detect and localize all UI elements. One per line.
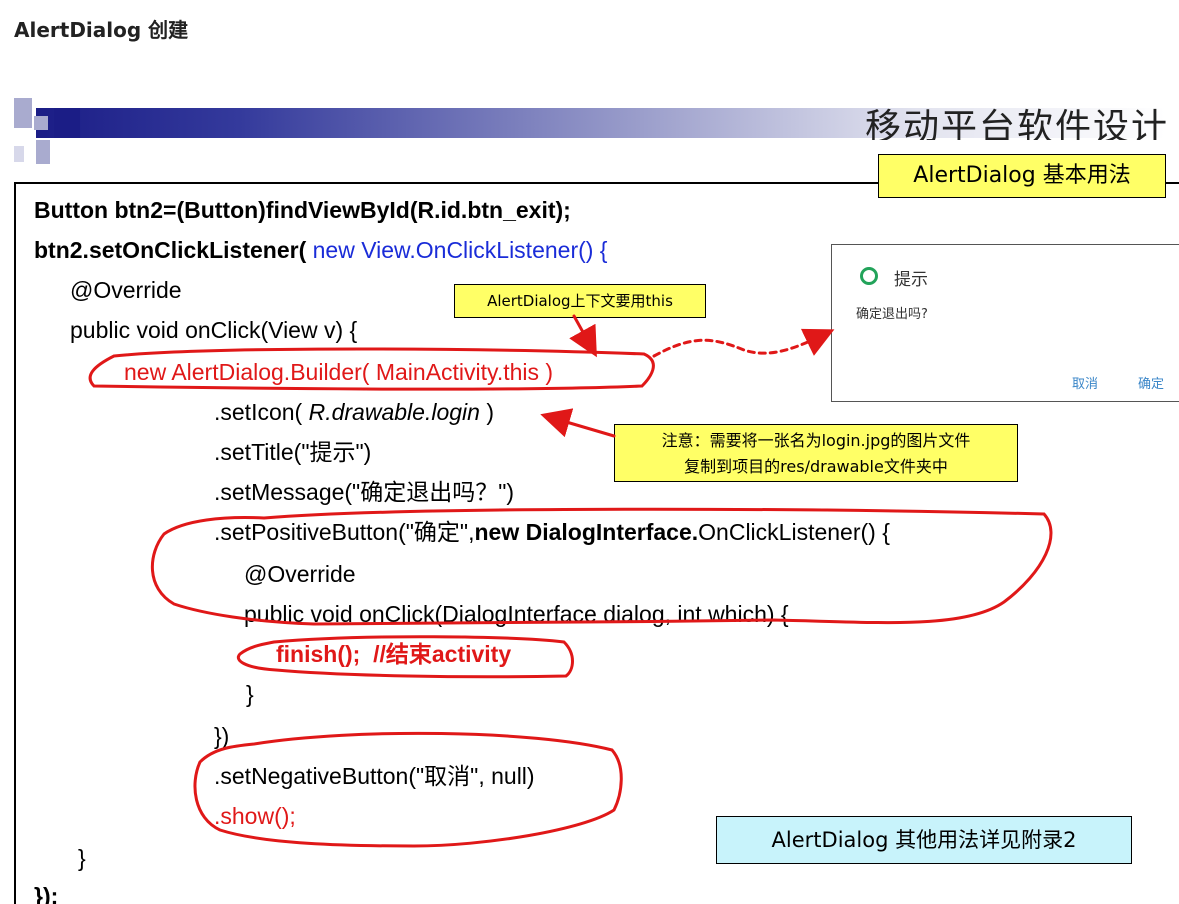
arrow — [540, 408, 616, 438]
circle-annotation — [88, 347, 655, 391]
circle-annotation — [151, 507, 1053, 626]
arrow — [569, 314, 597, 358]
annotation-overlay — [88, 314, 1053, 848]
arrow — [652, 328, 835, 358]
slide-image: 移动平台软件设计 AlertDialog 基本用法 Button btn2=(B… — [14, 94, 1179, 904]
circle-annotation — [237, 635, 574, 679]
circle-annotation — [193, 731, 623, 848]
page-title: AlertDialog 创建 — [14, 18, 189, 42]
